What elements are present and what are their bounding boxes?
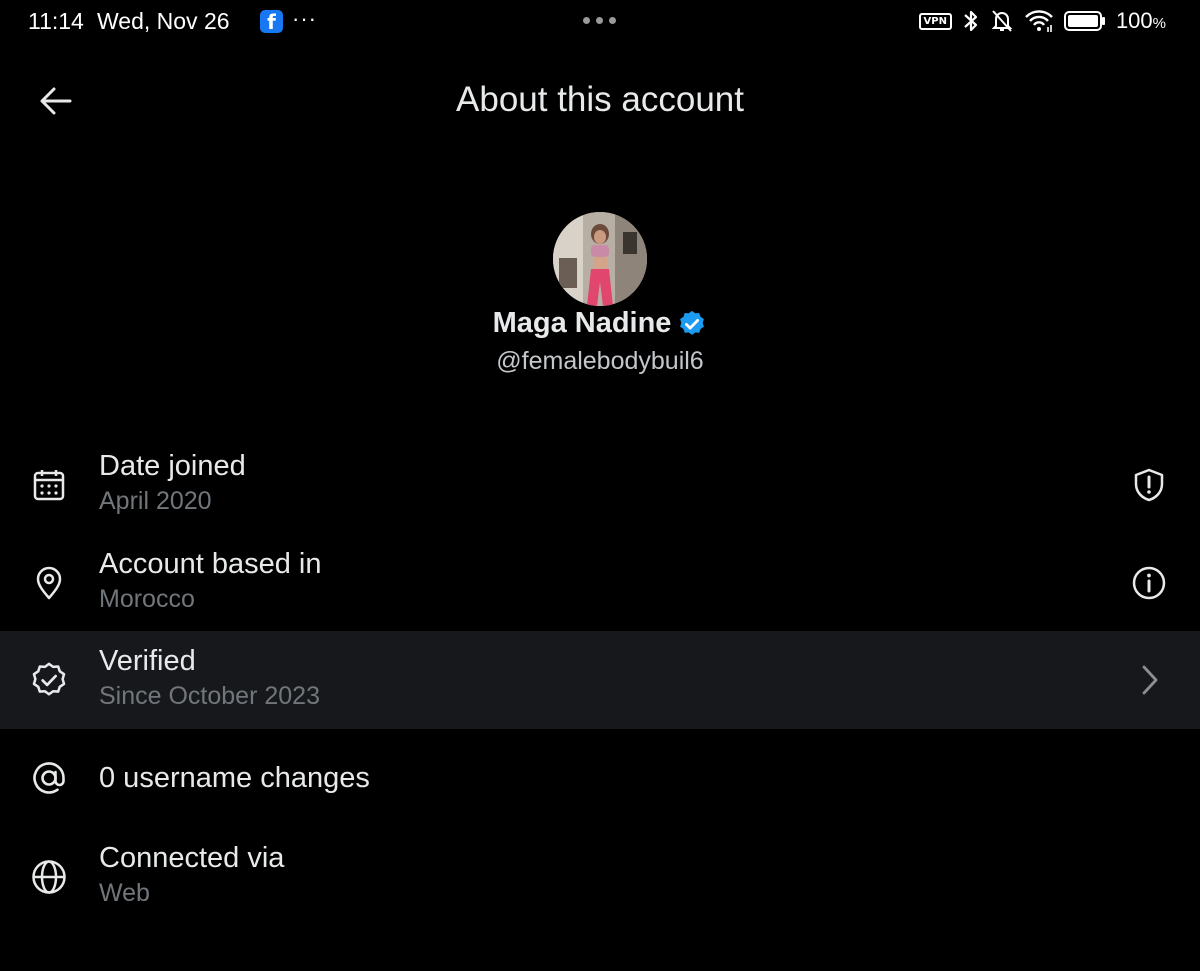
- verified-badge-icon: [28, 659, 70, 701]
- location-pin-icon: [28, 562, 70, 604]
- verified-check-icon: [680, 310, 705, 335]
- vpn-icon: VPN: [918, 12, 952, 30]
- row-date-joined[interactable]: Date joined April 2020: [0, 440, 1200, 530]
- row-subtitle: Web: [99, 879, 150, 907]
- at-sign-icon: [28, 757, 70, 799]
- row-account-based-in[interactable]: Account based in Morocco: [0, 538, 1200, 628]
- username-handle: @femalebodybuil6: [496, 347, 704, 375]
- row-subtitle: Since October 2023: [99, 682, 320, 710]
- row-subtitle: April 2020: [99, 487, 212, 515]
- notifications-muted-icon: [991, 10, 1013, 32]
- row-title: Connected via: [99, 842, 285, 874]
- display-name: Maga Nadine: [492, 307, 672, 339]
- shield-alert-icon[interactable]: [1128, 464, 1170, 506]
- status-bar: 11:14 Wed, Nov 26 f ··· VPN 100%: [0, 0, 1200, 44]
- avatar[interactable]: [553, 212, 647, 306]
- calendar-icon: [28, 464, 70, 506]
- row-title: Account based in: [99, 548, 322, 580]
- battery-percentage: 100%: [1115, 8, 1166, 33]
- profile-photo: [553, 212, 647, 306]
- chevron-right-icon: [1128, 659, 1170, 701]
- multitask-dots-icon[interactable]: [580, 12, 620, 28]
- status-icons: VPN 100%: [918, 8, 1166, 34]
- top-app-bar: About this account: [0, 62, 1200, 138]
- facebook-notification-icon: f: [260, 10, 283, 34]
- row-subtitle: Morocco: [99, 585, 195, 613]
- status-date: Wed, Nov 26: [97, 8, 230, 34]
- bluetooth-icon: [964, 10, 978, 32]
- profile-name-row: Maga Nadine: [0, 307, 1200, 340]
- globe-icon: [28, 856, 70, 898]
- row-verified[interactable]: Verified Since October 2023: [0, 631, 1200, 729]
- row-username-changes[interactable]: 0 username changes: [0, 740, 1200, 816]
- info-icon[interactable]: [1128, 562, 1170, 604]
- row-title: Date joined: [99, 450, 246, 482]
- more-notifications-indicator: ···: [292, 6, 317, 31]
- row-title: 0 username changes: [99, 762, 370, 794]
- about-account-screen: 11:14 Wed, Nov 26 f ··· VPN 100% About t…: [0, 0, 1200, 971]
- wifi-icon: [1025, 10, 1053, 32]
- status-time: 11:14: [28, 8, 84, 34]
- row-connected-via[interactable]: Connected via Web: [0, 832, 1200, 922]
- row-title: Verified: [99, 645, 196, 677]
- page-title: About this account: [456, 80, 744, 119]
- battery-icon: [1063, 11, 1105, 31]
